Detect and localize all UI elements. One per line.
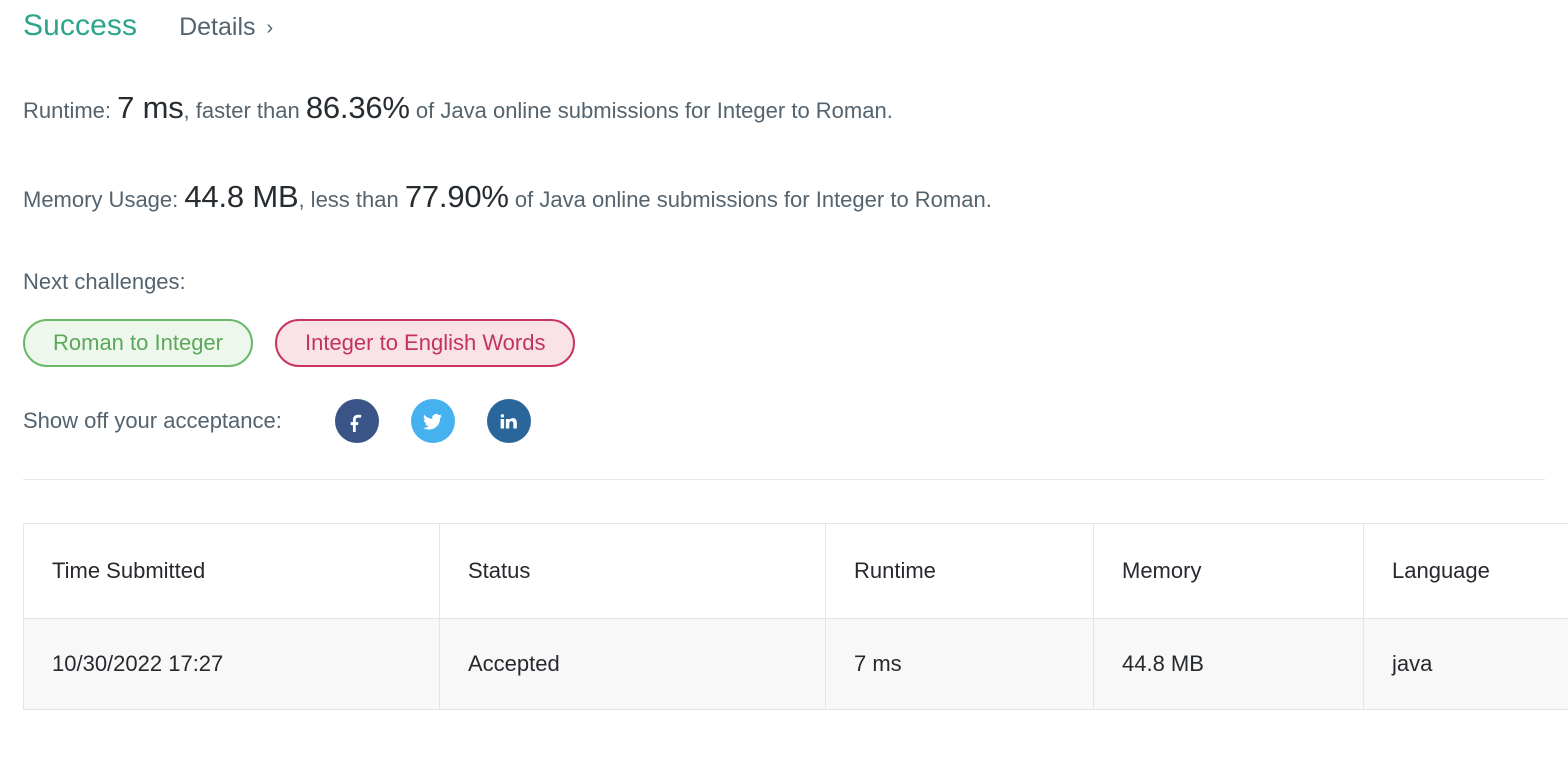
- runtime-label: Runtime:: [23, 98, 118, 123]
- section-divider: [23, 479, 1545, 480]
- social-buttons: [334, 399, 531, 443]
- next-challenges-list: Roman to Integer Integer to English Word…: [0, 319, 1568, 367]
- chevron-right-icon: ›: [266, 17, 274, 39]
- cell-runtime: 7 ms: [825, 618, 1094, 710]
- facebook-share-button[interactable]: [334, 399, 379, 443]
- cell-language: java: [1363, 618, 1568, 710]
- column-header-time-submitted: Time Submitted: [23, 523, 440, 619]
- details-link[interactable]: Details ›: [179, 10, 273, 44]
- memory-suffix: of Java online submissions for Integer t…: [508, 187, 992, 212]
- table-row[interactable]: 10/30/2022 17:27 Accepted 7 ms 44.8 MB j…: [23, 618, 1568, 710]
- memory-percentile: 77.90%: [404, 179, 509, 214]
- submissions-table: Time Submitted Status Runtime Memory Lan…: [23, 523, 1568, 710]
- runtime-percentile: 86.36%: [305, 90, 410, 125]
- column-header-language: Language: [1363, 523, 1568, 619]
- column-header-memory: Memory: [1093, 523, 1364, 619]
- memory-metric: Memory Usage: 44.8 MB, less than 77.90% …: [23, 179, 1568, 215]
- next-challenges-label: Next challenges:: [23, 269, 186, 294]
- memory-label: Memory Usage:: [23, 187, 185, 212]
- runtime-value: 7 ms: [117, 90, 184, 125]
- share-section: Show off your acceptance:: [0, 399, 1568, 443]
- submissions-table-wrapper: Time Submitted Status Runtime Memory Lan…: [0, 523, 1568, 710]
- facebook-icon: [346, 410, 368, 432]
- cell-time-submitted: 10/30/2022 17:27: [23, 618, 440, 710]
- memory-value: 44.8 MB: [184, 179, 299, 214]
- cell-status[interactable]: Accepted: [439, 618, 826, 710]
- result-header: Success Details ›: [0, 0, 1568, 46]
- next-challenge-integer-to-english-words[interactable]: Integer to English Words: [274, 319, 576, 367]
- column-header-runtime: Runtime: [825, 523, 1094, 619]
- table-header-row: Time Submitted Status Runtime Memory Lan…: [23, 523, 1568, 619]
- metrics-section: Runtime: 7 ms, faster than 86.36% of Jav…: [0, 90, 1568, 215]
- submission-result-page: Success Details › Runtime: 7 ms, faster …: [0, 0, 1568, 770]
- twitter-icon: [421, 410, 444, 433]
- twitter-share-button[interactable]: [410, 399, 455, 443]
- runtime-metric: Runtime: 7 ms, faster than 86.36% of Jav…: [23, 90, 1568, 126]
- runtime-mid-text: , faster than: [183, 98, 306, 123]
- linkedin-icon: [498, 411, 519, 432]
- cell-memory: 44.8 MB: [1093, 618, 1364, 710]
- details-link-label: Details: [179, 13, 256, 41]
- page-title: Success: [23, 9, 138, 42]
- memory-mid-text: , less than: [298, 187, 405, 212]
- column-header-status: Status: [439, 523, 826, 619]
- linkedin-share-button[interactable]: [486, 399, 531, 443]
- share-label: Show off your acceptance:: [23, 408, 282, 433]
- runtime-suffix: of Java online submissions for Integer t…: [409, 98, 893, 123]
- next-challenge-roman-to-integer[interactable]: Roman to Integer: [23, 319, 253, 367]
